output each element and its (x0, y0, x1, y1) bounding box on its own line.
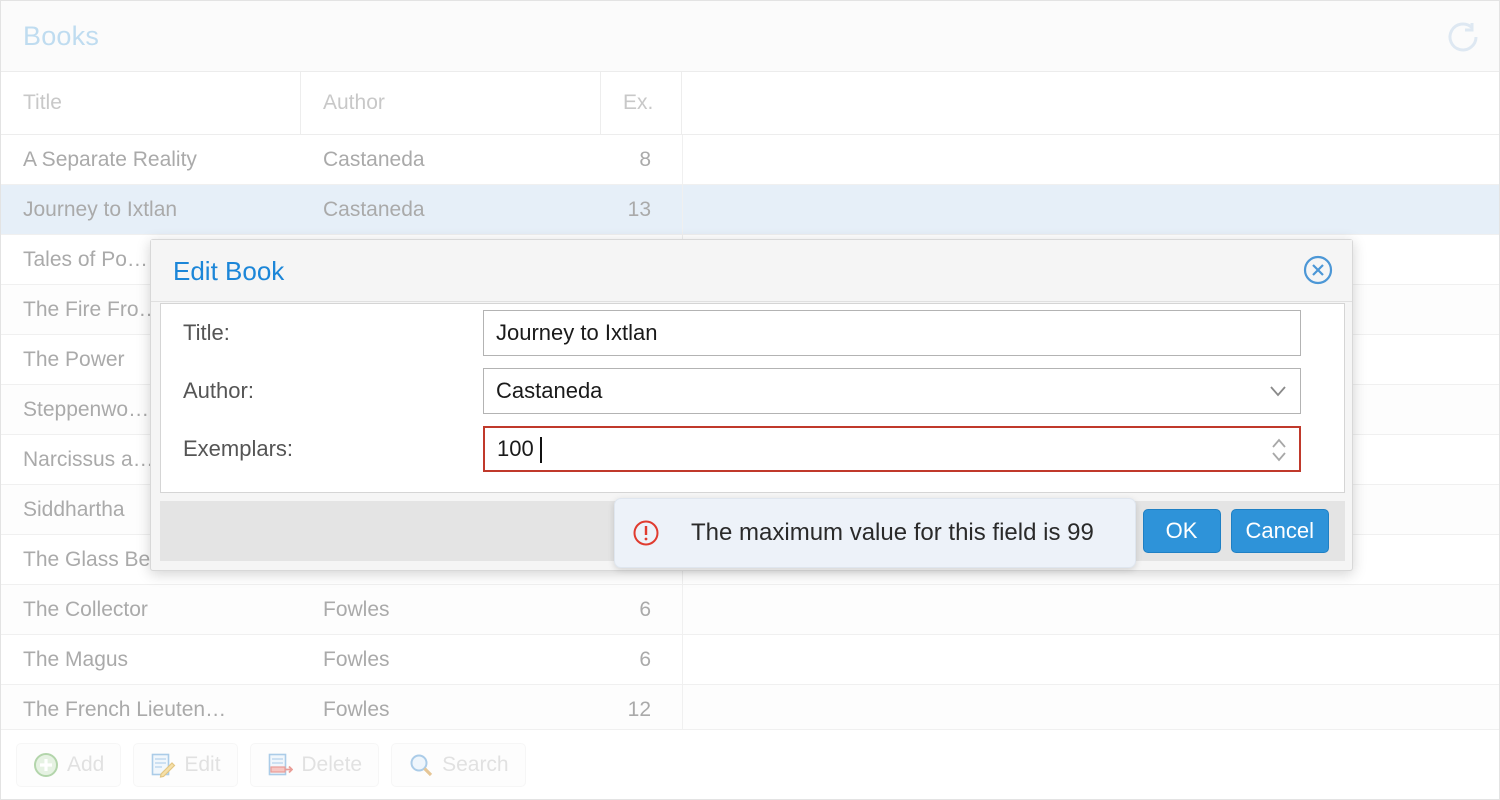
toolbar-button-label: Delete (301, 752, 363, 776)
error-message-text: The maximum value for this field is 99 (691, 519, 1094, 546)
bottom-toolbar: Add Edit Delete Search (1, 729, 1499, 799)
column-header-author[interactable]: Author (301, 72, 601, 134)
field-row-exemplars: Exemplars: (161, 420, 1344, 478)
dialog-form-body: Title: Author: Exem (160, 303, 1345, 493)
title-input[interactable] (483, 310, 1301, 356)
column-header-exemplars[interactable]: Ex. (601, 72, 682, 134)
text-caret (540, 437, 542, 463)
column-header-filler (682, 72, 1499, 134)
ok-button[interactable]: OK (1142, 509, 1221, 553)
cell-exemplars: 6 (639, 647, 651, 671)
table-row[interactable]: A Separate Reality Castaneda 8 (1, 135, 1499, 185)
toolbar-button-label: Add (67, 752, 105, 776)
cell-author: Castaneda (323, 197, 425, 221)
cell-author: Fowles (323, 647, 390, 671)
cell-exemplars: 8 (639, 147, 651, 171)
cell-title: The French Lieuten… (23, 697, 227, 721)
table-header-row: Title Author Ex. (1, 72, 1499, 135)
toolbar-button-delete[interactable]: Delete (250, 742, 380, 787)
application-window: Books Title Author Ex. A Separate Realit… (0, 0, 1500, 800)
cell-exemplars: 13 (627, 197, 651, 221)
cell-exemplars: 6 (639, 597, 651, 621)
page-title: Books (23, 21, 100, 51)
field-row-author: Author: (161, 362, 1344, 420)
cell-title: A Separate Reality (23, 147, 197, 171)
cell-title: Journey to Ixtlan (23, 197, 178, 221)
close-circle-icon[interactable] (1300, 252, 1336, 288)
spinner-stepper-icon[interactable] (1269, 436, 1289, 464)
control-author (483, 368, 1301, 414)
table-row[interactable]: The Magus Fowles 6 (1, 635, 1499, 685)
cell-author: Fowles (323, 697, 390, 721)
cell-author: Castaneda (323, 147, 425, 171)
field-row-title: Title: (161, 304, 1344, 362)
toolbar-button-edit[interactable]: Edit (133, 742, 239, 787)
error-exclamation-icon (631, 518, 661, 548)
validation-error-tooltip: The maximum value for this field is 99 (614, 498, 1136, 568)
control-exemplars (483, 426, 1301, 472)
refresh-icon[interactable] (1443, 17, 1483, 57)
toolbar-button-search[interactable]: Search (391, 742, 526, 787)
dialog-header: Edit Book (151, 240, 1352, 302)
label-title: Title: (183, 320, 230, 345)
cell-title: The Magus (23, 647, 129, 671)
control-title (483, 310, 1301, 356)
cell-exemplars: 12 (627, 697, 651, 721)
magnifier-icon (408, 752, 434, 778)
window-titlebar: Books (1, 1, 1499, 72)
table-row[interactable]: The Collector Fowles 6 (1, 585, 1499, 635)
table-row[interactable]: Journey to Ixtlan Castaneda 13 (1, 185, 1499, 235)
delete-document-icon (267, 752, 294, 778)
add-circle-icon (33, 752, 59, 778)
column-header-title[interactable]: Title (1, 72, 301, 134)
cell-author: Fowles (323, 597, 390, 621)
toolbar-button-add[interactable]: Add (16, 742, 122, 787)
cell-title: The Collector (23, 597, 148, 621)
pencil-document-icon (150, 752, 176, 778)
label-exemplars: Exemplars: (183, 436, 294, 461)
toolbar-button-label: Search (442, 752, 509, 776)
toolbar-button-label: Edit (184, 752, 221, 776)
cancel-button[interactable]: Cancel (1230, 509, 1329, 553)
dialog-title: Edit Book (173, 256, 285, 286)
author-combobox-input[interactable] (483, 368, 1301, 414)
table-row[interactable]: The French Lieuten… Fowles 12 (1, 685, 1499, 735)
label-author: Author: (183, 378, 254, 403)
exemplars-spinner-input[interactable] (483, 426, 1301, 472)
